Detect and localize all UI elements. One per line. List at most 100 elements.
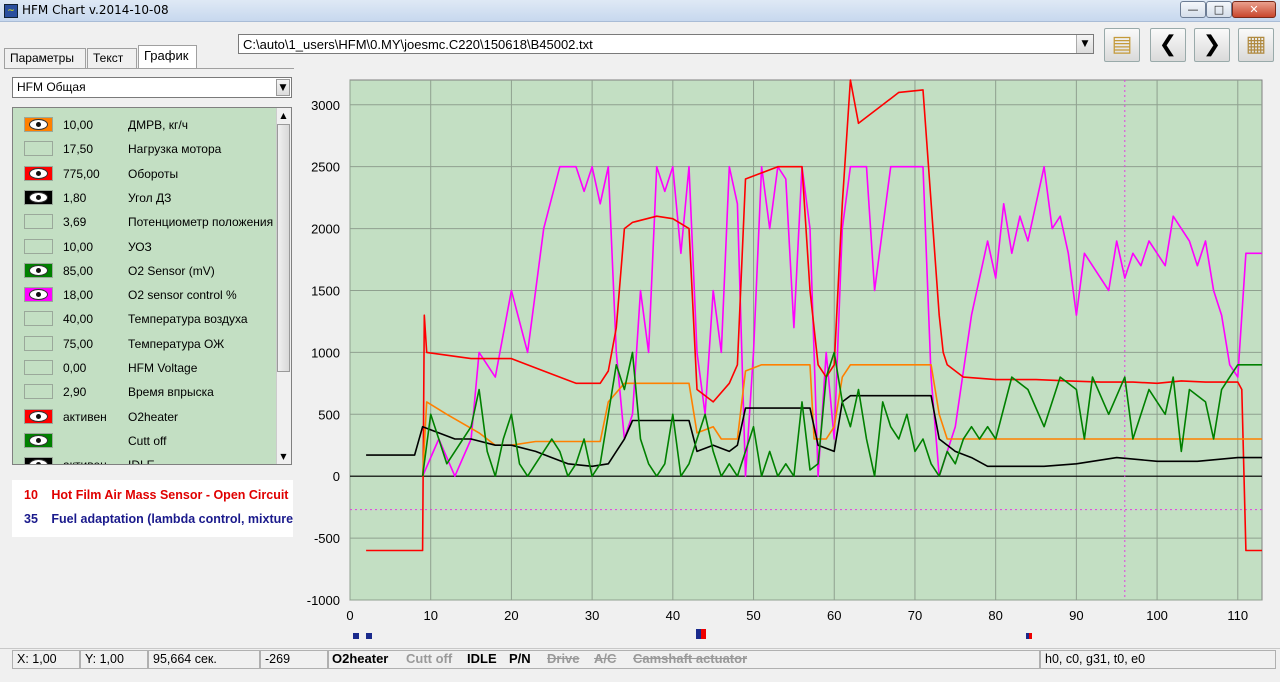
x-tick-label: 60 — [827, 608, 841, 623]
param-color-swatch[interactable] — [24, 384, 53, 400]
parameter-list: 10,00 ДМРВ, кг/ч 17,50 Нагрузка мотора 775,0… — [12, 107, 292, 465]
param-name: O2 sensor control % — [128, 288, 237, 303]
flag-idle: IDLE — [467, 651, 497, 666]
tab-parameters[interactable]: Параметры — [4, 48, 86, 68]
close-button[interactable]: ✕ — [1232, 1, 1276, 18]
scrollbar-thumb[interactable] — [277, 124, 290, 372]
param-color-swatch[interactable] — [24, 165, 53, 181]
open-file-icon: ▤ — [1111, 32, 1133, 57]
error-code: 10 — [24, 488, 38, 502]
param-row[interactable]: 2,90 Время впрыска — [13, 381, 277, 405]
param-row[interactable]: 10,00 ДМРВ, кг/ч — [13, 114, 277, 138]
param-row[interactable]: 75,00 Температура ОЖ — [13, 333, 277, 357]
y-tick-label: 500 — [318, 407, 340, 422]
x-tick-label: 0 — [346, 608, 353, 623]
file-path-select[interactable]: C:\auto\1_users\HFM\0.MY\joesmc.C220\150… — [238, 34, 1094, 54]
error-text: Hot Film Air Mass Sensor - Open Circuit — [51, 488, 289, 502]
flag-pn: P/N — [509, 651, 531, 666]
flag-ac: A/C — [594, 651, 617, 666]
param-name: Температура воздуха — [128, 312, 248, 327]
title-bar — [0, 0, 1280, 22]
param-value: 40,00 — [63, 312, 94, 327]
scroll-down-icon[interactable]: ▼ — [277, 450, 290, 464]
param-name: Температура ОЖ — [128, 336, 225, 351]
param-row[interactable]: 18,00 O2 sensor control % — [13, 284, 277, 308]
param-name: O2heater — [128, 409, 179, 424]
param-row[interactable]: 3,69 Потенциометр положения — [13, 211, 277, 235]
param-name: IDLE — [128, 458, 155, 464]
param-value: активен — [63, 409, 107, 424]
x-tick-label: 50 — [746, 608, 760, 623]
scroll-up-icon[interactable]: ▲ — [277, 109, 290, 123]
param-color-swatch[interactable] — [24, 335, 53, 351]
param-name: Потенциометр положения — [128, 215, 274, 230]
eye-icon — [29, 289, 48, 301]
param-row[interactable]: 1,80 Угол ДЗ — [13, 187, 277, 211]
x-tick-label: 40 — [666, 608, 680, 623]
param-row[interactable]: активен O2heater — [13, 406, 277, 430]
chevron-down-icon[interactable]: ▼ — [1076, 35, 1093, 53]
chart[interactable]: 0 10 20 30 40 50 60 70 80 90 100 110 3000 2500 2000 150… — [300, 78, 1270, 638]
x-tick-label: 30 — [585, 608, 599, 623]
event-marker — [696, 629, 706, 639]
x-tick-label: 90 — [1069, 608, 1083, 623]
eye-icon — [29, 167, 48, 179]
y-tick-label: -1000 — [307, 593, 340, 608]
event-marker — [1026, 633, 1032, 639]
param-name: ДМРВ, кг/ч — [128, 118, 189, 132]
param-row[interactable]: 775,00 Обороты — [13, 163, 277, 187]
status-time: 95,664 сек. — [148, 650, 260, 669]
tab-divider — [4, 68, 294, 69]
param-row[interactable]: 85,00 O2 Sensor (mV) — [13, 260, 277, 284]
param-color-swatch[interactable] — [24, 432, 53, 448]
eye-icon — [29, 410, 48, 422]
param-name: Угол ДЗ — [128, 190, 172, 205]
tab-graph[interactable]: График — [138, 45, 197, 69]
clipboard-icon: ▦ — [1245, 32, 1267, 57]
param-name: Cutt off — [128, 433, 167, 448]
param-color-swatch[interactable] — [24, 141, 53, 157]
param-color-swatch[interactable] — [24, 360, 53, 375]
param-color-swatch[interactable] — [24, 311, 53, 327]
param-color-swatch[interactable] — [24, 262, 53, 278]
param-value: 17,50 — [63, 142, 94, 157]
param-name: Время впрыска — [128, 385, 214, 400]
param-row[interactable]: 40,00 Температура воздуха — [13, 308, 277, 332]
open-file-button[interactable]: ▤ — [1104, 28, 1140, 62]
param-value: 10,00 — [63, 239, 94, 254]
chevron-down-icon[interactable]: ▼ — [276, 79, 290, 96]
group-select[interactable]: HFM Общая — [12, 77, 292, 98]
param-value: 775,00 — [63, 166, 100, 181]
eye-icon — [29, 119, 48, 130]
tab-text[interactable]: Текст — [87, 48, 137, 68]
param-row[interactable]: 0,00 HFM Voltage — [13, 357, 277, 381]
minimize-button[interactable]: — — [1180, 1, 1206, 18]
param-value: 3,69 — [63, 215, 87, 230]
status-y: Y: 1,00 — [80, 650, 148, 669]
flag-drive: Drive — [547, 651, 580, 666]
error-item[interactable]: 10 Hot Film Air Mass Sensor - Open Circu… — [24, 488, 288, 502]
param-row[interactable]: активен IDLE — [13, 454, 277, 464]
param-color-swatch[interactable] — [24, 287, 53, 303]
param-value: 2,90 — [63, 385, 87, 400]
flag-o2heater: O2heater — [332, 651, 389, 666]
x-tick-label: 80 — [988, 608, 1002, 623]
prev-file-button[interactable]: ❮ — [1150, 28, 1186, 62]
error-item[interactable]: 35 Fuel adaptation (lambda control, mixt… — [24, 512, 293, 526]
param-name: O2 Sensor (mV) — [128, 263, 215, 278]
param-row[interactable]: 10,00 УОЗ — [13, 236, 277, 260]
param-row[interactable]: Cutt off — [13, 430, 277, 454]
param-color-swatch[interactable] — [24, 189, 53, 205]
error-panel: 10 Hot Film Air Mass Sensor - Open Circu… — [12, 480, 293, 537]
param-color-swatch[interactable] — [24, 408, 53, 424]
param-value: активен — [63, 458, 107, 464]
param-color-swatch[interactable] — [24, 117, 53, 132]
param-value: 18,00 — [63, 288, 94, 303]
param-row[interactable]: 17,50 Нагрузка мотора — [13, 138, 277, 162]
next-file-button[interactable]: ❯ — [1194, 28, 1230, 62]
param-color-swatch[interactable] — [24, 214, 53, 230]
maximize-button[interactable]: □ — [1206, 1, 1232, 18]
param-color-swatch[interactable] — [24, 457, 53, 464]
copy-button[interactable]: ▦ — [1238, 28, 1274, 62]
param-color-swatch[interactable] — [24, 238, 53, 254]
